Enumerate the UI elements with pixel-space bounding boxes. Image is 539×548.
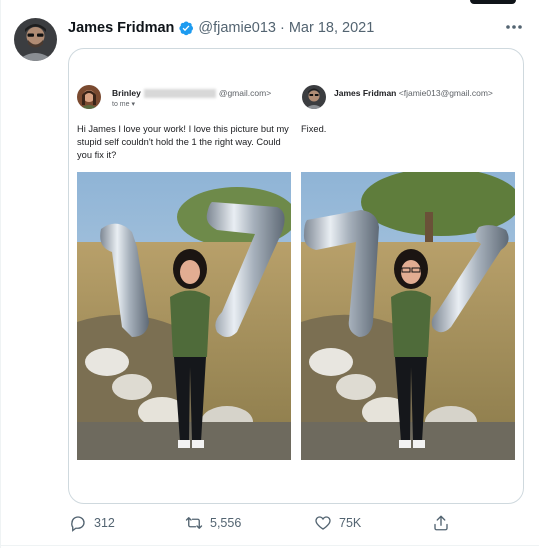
fixer-name: James Fridman [334, 88, 397, 98]
tweet: James Fridman @fjamie013 · Mar 18, 2021 … [0, 0, 539, 548]
fixer-avatar [302, 85, 326, 109]
media-card[interactable]: Brinley @gmail.com> to me ▾ Hi James I lo… [68, 48, 524, 504]
fixer-line: James Fridman <fjamie013@gmail.com> [334, 88, 493, 98]
retweet-icon [184, 513, 204, 533]
separator: · [279, 20, 285, 36]
reply-count: 312 [94, 516, 115, 530]
verified-badge-icon [178, 20, 194, 36]
author-avatar[interactable] [14, 18, 57, 61]
tweet-header: James Fridman @fjamie013 · Mar 18, 2021 [68, 18, 374, 38]
like-count: 75K [339, 516, 362, 530]
top-bar [470, 0, 516, 4]
sender-name: Brinley [112, 88, 141, 98]
more-options-button[interactable] [502, 17, 526, 37]
fixed-photo [301, 172, 515, 460]
to-me-label: to me ▾ [112, 101, 135, 108]
retweet-count: 5,556 [210, 516, 242, 530]
tweet-date[interactable]: Mar 18, 2021 [289, 20, 374, 36]
fixed-message: Fixed. [301, 124, 327, 134]
email-screenshot-image: Brinley @gmail.com> to me ▾ Hi James I lo… [77, 77, 517, 472]
like-button[interactable]: 75K [313, 513, 361, 533]
divider [0, 545, 539, 546]
sender-avatar [77, 85, 101, 109]
divider [0, 0, 1, 548]
tweet-actions: 312 5,556 75K [68, 513, 468, 533]
retweet-button[interactable]: 5,556 [184, 513, 241, 533]
original-photo [77, 172, 291, 460]
share-icon [431, 513, 451, 533]
heart-icon [313, 513, 333, 533]
fixer-email: <fjamie013@gmail.com> [398, 88, 493, 98]
sender-email: @gmail.com> [218, 88, 272, 98]
sender-line: Brinley @gmail.com> [112, 88, 272, 99]
redacted-email-blur [143, 89, 216, 99]
share-button[interactable] [431, 513, 451, 533]
reply-icon [68, 513, 88, 533]
reply-button[interactable]: 312 [68, 513, 115, 533]
author-name[interactable]: James Fridman [68, 20, 174, 36]
request-message: Hi James I love your work! I love this p… [77, 124, 289, 160]
author-handle[interactable]: @fjamie013 [198, 20, 276, 36]
more-icon [506, 25, 522, 29]
